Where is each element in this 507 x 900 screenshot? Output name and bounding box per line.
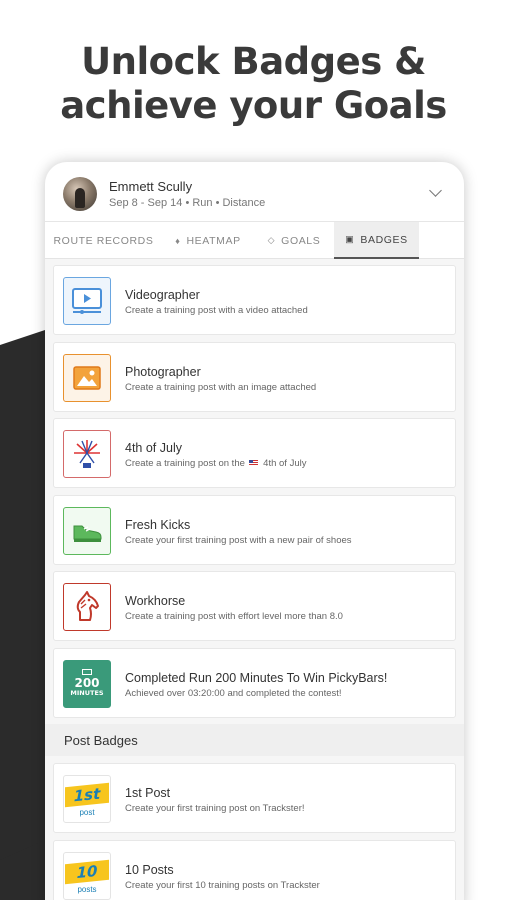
- badge-card-10-posts[interactable]: 10 posts 10 Posts Create your first 10 t…: [53, 839, 456, 900]
- badge-description: Create a training post with an image att…: [125, 381, 317, 393]
- tab-label: GOALS: [281, 234, 321, 247]
- tab-badges[interactable]: ▣ BADGES: [334, 222, 419, 259]
- badge-card-photographer[interactable]: Photographer Create a training post with…: [53, 341, 456, 412]
- badge-icon: ▣: [345, 234, 355, 244]
- first-post-icon: 1st post: [63, 775, 111, 823]
- us-flag-icon: [248, 460, 258, 466]
- badge-title: 4th of July: [125, 441, 182, 455]
- shoe-icon: [63, 506, 111, 555]
- badge-title: Photographer: [125, 364, 201, 379]
- contest-badge-unit: MINUTES: [70, 689, 104, 697]
- profile-subtitle: Sep 8 - Sep 14 • Run • Distance: [109, 197, 266, 209]
- badge-card-4th-of-july[interactable]: 4th of July Create a training post on th…: [53, 418, 456, 488]
- video-icon: [63, 277, 111, 325]
- tab-label: BADGES: [360, 233, 408, 246]
- badge-description: Create a training post with a video atta…: [125, 305, 308, 316]
- post-badge-small: post: [79, 808, 95, 817]
- profile-name: Emmett Scully: [109, 179, 193, 194]
- badge-title: Workhorse: [125, 594, 186, 608]
- profile-header[interactable]: Emmett Scully Sep 8 - Sep 14 • Run • Dis…: [45, 162, 464, 222]
- chevron-down-icon[interactable]: [429, 184, 442, 197]
- horse-icon: [63, 583, 111, 631]
- badge-description: Create your first training post with a n…: [125, 534, 352, 546]
- badge-list: Videographer Create a training post with…: [45, 259, 464, 900]
- tab-label: ROUTE RECORDS: [53, 234, 154, 247]
- headline-line-2: achieve your Goals: [60, 84, 447, 127]
- post-badges-header: Post Badges: [45, 724, 464, 756]
- tab-route-records[interactable]: ROUTE RECORDS: [45, 222, 162, 259]
- badge-description-pre: Create a training post on the: [125, 458, 245, 469]
- fireworks-icon: [63, 430, 111, 478]
- badge-card-fresh-kicks[interactable]: Fresh Kicks Create your first training p…: [53, 494, 456, 565]
- badge-title: 1st Post: [125, 786, 171, 800]
- badge-title: Fresh Kicks: [125, 517, 191, 532]
- headline-line-1: Unlock Badges &: [81, 40, 426, 83]
- tab-heatmap[interactable]: ♦ HEATMAP: [162, 222, 254, 259]
- post-badge-big: 10: [76, 861, 98, 882]
- tab-bar: ROUTE RECORDS ♦ HEATMAP ◇ GOALS ▣ BADGES: [45, 222, 464, 259]
- badge-title: Videographer: [125, 288, 200, 302]
- badge-description: Create a training post on the 4th of Jul…: [125, 458, 306, 469]
- badge-description: Create a training post with effort level…: [125, 611, 343, 622]
- badge-description: Create your first training post on Track…: [125, 803, 305, 814]
- badge-title: 10 Posts: [125, 862, 174, 877]
- badge-card-200-minutes[interactable]: 200 MINUTES Completed Run 200 Minutes To…: [53, 647, 456, 718]
- headline: Unlock Badges & achieve your Goals: [0, 40, 507, 128]
- image-icon: [63, 353, 111, 402]
- ten-posts-icon: 10 posts: [63, 851, 111, 900]
- post-badge-small: posts: [77, 884, 97, 894]
- badge-card-workhorse[interactable]: Workhorse Create a training post with ef…: [53, 571, 456, 641]
- avatar[interactable]: [63, 177, 97, 211]
- phone-frame: Emmett Scully Sep 8 - Sep 14 • Run • Dis…: [45, 162, 464, 900]
- contest-icon: 200 MINUTES: [63, 659, 111, 708]
- badge-description-post: 4th of July: [263, 458, 307, 469]
- badge-title: Completed Run 200 Minutes To Win PickyBa…: [125, 670, 388, 685]
- tab-goals[interactable]: ◇ GOALS: [254, 222, 334, 259]
- flame-icon: ♦: [175, 235, 181, 246]
- badge-card-1st-post[interactable]: 1st post 1st Post Create your first trai…: [53, 763, 456, 833]
- badge-description: Create your first 10 training posts on T…: [125, 879, 320, 891]
- target-icon: ◇: [267, 235, 276, 245]
- post-badge-big: 1st: [73, 784, 101, 806]
- trophy-icon: [82, 669, 92, 675]
- tab-label: HEATMAP: [186, 234, 241, 247]
- contest-badge-number: 200: [74, 676, 100, 690]
- badge-card-videographer[interactable]: Videographer Create a training post with…: [53, 265, 456, 335]
- badge-description: Achieved over 03:20:00 and completed the…: [125, 687, 342, 699]
